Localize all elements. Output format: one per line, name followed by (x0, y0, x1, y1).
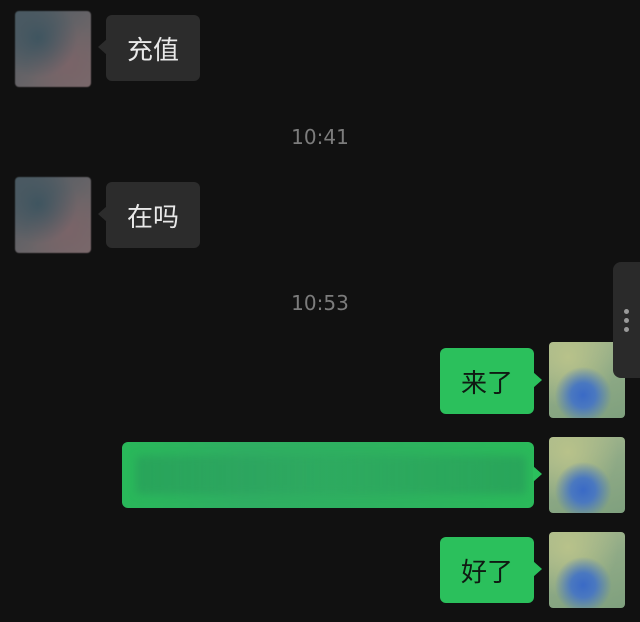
message-timestamp: 10:53 (291, 291, 349, 315)
message-text: 充值 (126, 35, 179, 66)
user-avatar[interactable] (549, 532, 625, 608)
outgoing-message-bubble[interactable]: 来了 (440, 348, 542, 414)
chat-area[interactable]: 充值 10:41 在吗 10:53 来了 好了 (0, 0, 640, 622)
message-timestamp: 10:41 (291, 125, 349, 149)
incoming-message-bubble[interactable]: 在吗 (98, 182, 200, 248)
side-scroll-handle[interactable] (613, 262, 640, 378)
redacted-message-bubble[interactable] (122, 442, 542, 508)
redacted-content (136, 456, 526, 494)
message-text: 在吗 (126, 202, 179, 233)
contact-avatar[interactable] (15, 177, 91, 253)
user-avatar[interactable] (549, 437, 625, 513)
incoming-message-bubble[interactable]: 充值 (98, 15, 200, 81)
contact-avatar[interactable] (15, 11, 91, 87)
message-text: 来了 (460, 368, 513, 399)
more-vertical-icon (624, 309, 630, 332)
outgoing-message-bubble[interactable]: 好了 (440, 537, 542, 603)
message-text: 好了 (460, 557, 513, 588)
